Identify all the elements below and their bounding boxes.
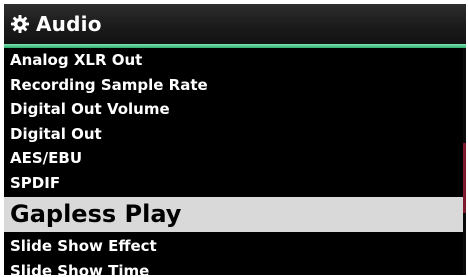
menu-item-digital-out[interactable]: Digital Out [4, 122, 466, 147]
menu-item-recording-sample-rate[interactable]: Recording Sample Rate [4, 73, 466, 98]
gear-icon [10, 14, 30, 34]
menu-item-spdif[interactable]: SPDIF [4, 171, 466, 196]
menu-item-slide-show-time[interactable]: Slide Show Time [4, 259, 466, 276]
menu-item-slide-show-effect[interactable]: Slide Show Effect [4, 234, 466, 259]
scrollbar-thumb[interactable] [463, 143, 466, 213]
title-bar: Audio [4, 4, 466, 44]
page-title: Audio [36, 12, 102, 36]
menu-item-digital-out-volume[interactable]: Digital Out Volume [4, 97, 466, 122]
scrollbar-track[interactable] [463, 48, 466, 275]
menu-item-gapless-play[interactable]: Gapless Play [4, 197, 466, 232]
settings-menu: Analog XLR Out Recording Sample Rate Dig… [4, 48, 466, 275]
device-frame: Audio Analog XLR Out Recording Sample Ra… [0, 0, 468, 277]
device-screen: Audio Analog XLR Out Recording Sample Ra… [4, 4, 466, 275]
menu-item-analog-xlr-out[interactable]: Analog XLR Out [4, 48, 466, 73]
menu-item-aes-ebu[interactable]: AES/EBU [4, 146, 466, 171]
